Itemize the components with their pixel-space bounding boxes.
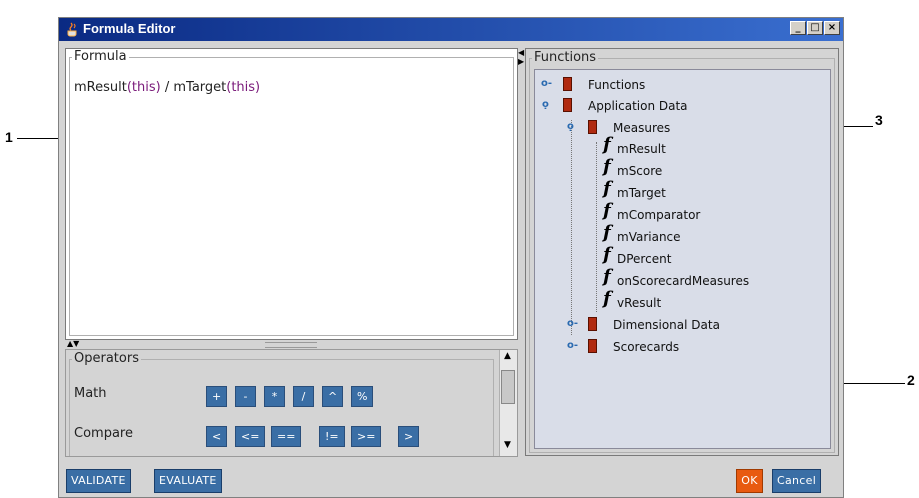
tree-node-measures[interactable]: Measures <box>613 121 670 135</box>
formula-token: (this) <box>226 80 261 95</box>
compare-label: Compare <box>74 426 133 441</box>
functions-panel: Functions o- Functions ọ Application Dat… <box>525 48 839 456</box>
operator-power-button[interactable]: ^ <box>322 386 344 407</box>
scroll-down-icon[interactable]: ▼ <box>504 440 511 450</box>
functions-tree[interactable]: o- Functions ọ Application Data ọ Measur… <box>534 69 831 449</box>
folder-book-icon <box>588 317 597 331</box>
folder-book-icon <box>563 98 572 112</box>
collapsed-node-icon[interactable]: o- <box>567 340 578 351</box>
functions-legend: Functions <box>532 50 599 65</box>
function-icon: f <box>603 244 611 265</box>
scroll-up-icon[interactable]: ▲ <box>504 351 511 361</box>
callout-3: 3 <box>875 112 883 128</box>
formula-token: / mTarget <box>160 80 227 95</box>
function-icon: f <box>603 222 611 243</box>
function-icon: f <box>603 156 611 177</box>
tree-item-function[interactable]: vResult <box>617 296 661 310</box>
tree-guide-line <box>596 142 598 312</box>
expanded-node-icon[interactable]: ọ <box>567 121 574 132</box>
splitter-grip[interactable] <box>265 342 317 348</box>
window-title: Formula Editor <box>83 21 176 36</box>
formula-token: mResult <box>74 80 127 95</box>
operator-modulo-button[interactable]: % <box>351 386 374 407</box>
operators-panel: Operators Math + - * / ^ % Compare < <= … <box>65 349 518 457</box>
folder-book-icon <box>588 120 597 134</box>
tree-node-functions[interactable]: Functions <box>588 78 645 92</box>
formula-panel: Formula mResult(this) / mTarget(this) <box>65 48 518 340</box>
collapsed-node-icon[interactable]: o- <box>567 318 578 329</box>
tree-item-function[interactable]: onScorecardMeasures <box>617 274 749 288</box>
operator-le-button[interactable]: <= <box>235 426 266 447</box>
operator-minus-button[interactable]: - <box>235 386 256 407</box>
maximize-icon[interactable]: □ <box>807 21 823 35</box>
formula-token: (this) <box>126 80 161 95</box>
operator-lt-button[interactable]: < <box>206 426 228 447</box>
folder-book-icon <box>563 77 572 91</box>
ok-button[interactable]: OK <box>736 469 763 493</box>
splitter-up-arrow-icon[interactable]: ▲▼ <box>67 340 79 348</box>
function-icon: f <box>603 134 611 155</box>
tree-node-application-data[interactable]: Application Data <box>588 99 688 113</box>
validate-button[interactable]: VALIDATE <box>66 469 131 493</box>
function-icon: f <box>603 200 611 221</box>
tree-item-function[interactable]: mTarget <box>617 186 666 200</box>
expanded-node-icon[interactable]: ọ <box>542 99 549 110</box>
tree-guide-line <box>571 120 573 335</box>
title-bar[interactable]: Formula Editor _ □ × <box>59 18 843 41</box>
formula-editor-text[interactable]: mResult(this) / mTarget(this) <box>74 80 504 320</box>
callout-1: 1 <box>5 129 13 145</box>
math-label: Math <box>74 386 107 401</box>
tree-node-dimensional-data[interactable]: Dimensional Data <box>613 318 720 332</box>
vertical-divider[interactable]: ◀ ▶ <box>518 48 525 456</box>
collapse-left-icon[interactable]: ◀ ▶ <box>518 48 524 66</box>
operator-multiply-button[interactable]: * <box>264 386 285 407</box>
function-icon: f <box>603 178 611 199</box>
operators-legend: Operators <box>72 351 141 366</box>
operator-ge-button[interactable]: >= <box>351 426 382 447</box>
tree-node-scorecards[interactable]: Scorecards <box>613 340 679 354</box>
tree-item-function[interactable]: mScore <box>617 164 662 178</box>
tree-item-function[interactable]: DPercent <box>617 252 671 266</box>
scroll-thumb[interactable] <box>501 370 515 404</box>
formula-legend: Formula <box>72 49 129 64</box>
operator-ne-button[interactable]: != <box>319 426 345 447</box>
tree-item-function[interactable]: mComparator <box>617 208 700 222</box>
folder-book-icon <box>588 339 597 353</box>
java-cup-icon <box>67 22 77 37</box>
function-icon: f <box>603 266 611 287</box>
close-icon[interactable]: × <box>824 21 840 35</box>
horizontal-splitter[interactable]: ▲▼ <box>65 340 518 349</box>
tree-item-function[interactable]: mVariance <box>617 230 681 244</box>
operator-gt-button[interactable]: > <box>398 426 420 447</box>
operator-divide-button[interactable]: / <box>293 386 314 407</box>
cancel-button[interactable]: Cancel <box>772 469 822 493</box>
tree-item-function[interactable]: mResult <box>617 142 666 156</box>
collapsed-node-icon[interactable]: o- <box>541 78 552 89</box>
minimize-icon[interactable]: _ <box>790 21 806 35</box>
callout-2: 2 <box>907 372 915 388</box>
operator-plus-button[interactable]: + <box>206 386 228 407</box>
operator-eq-button[interactable]: == <box>271 426 302 447</box>
evaluate-button[interactable]: EVALUATE <box>154 469 222 493</box>
formula-editor-window: Formula Editor _ □ × Formula mResult(thi… <box>58 17 844 498</box>
function-icon: f <box>603 288 611 309</box>
operators-scrollbar[interactable]: ▲ ▼ <box>499 350 517 456</box>
